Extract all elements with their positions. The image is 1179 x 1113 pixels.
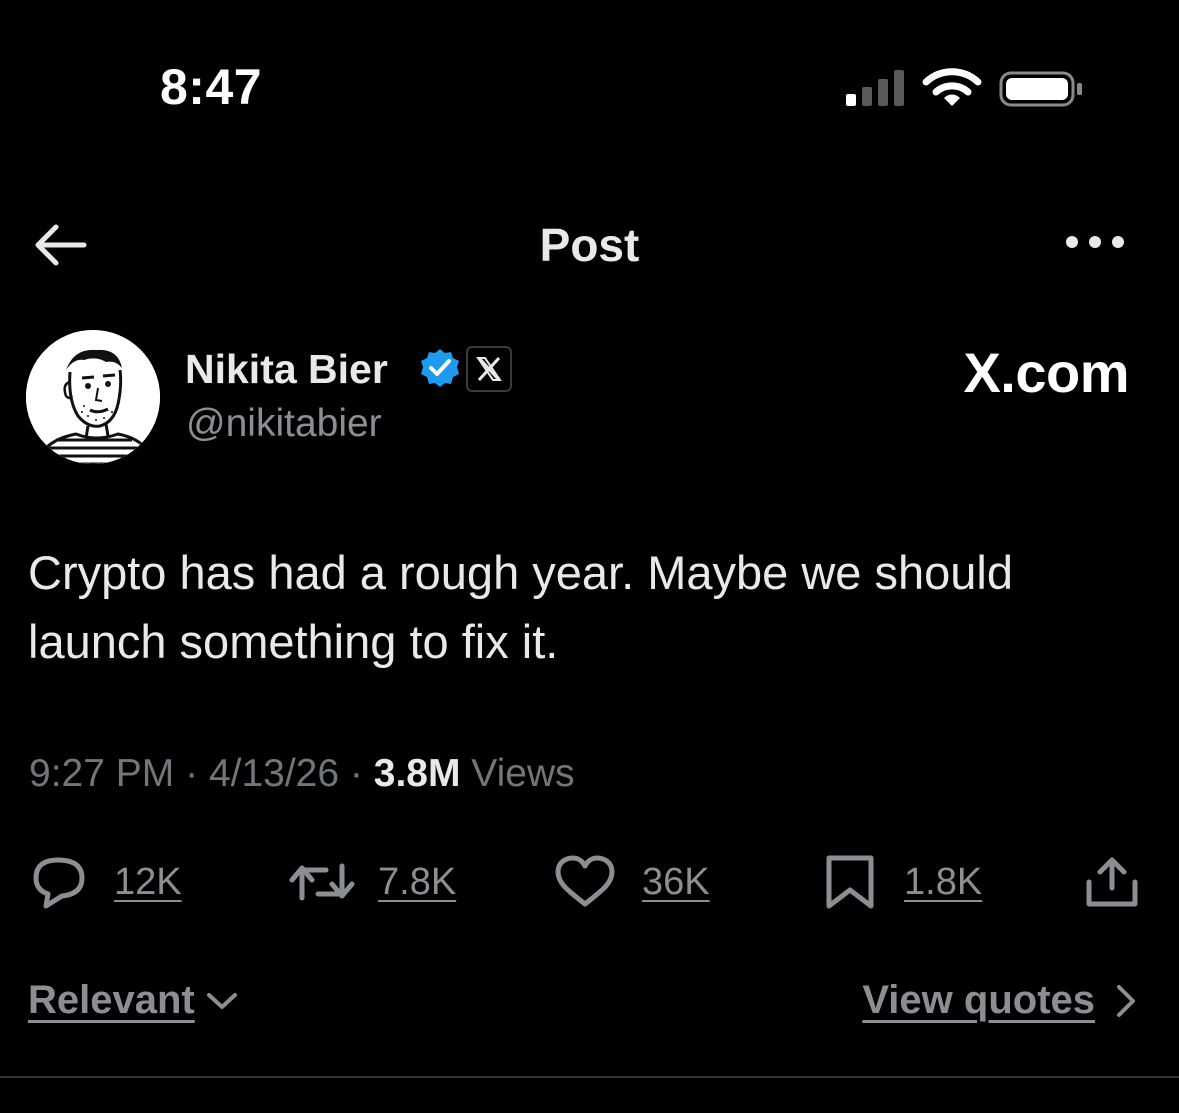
divider [0,1076,1179,1078]
avatar[interactable] [26,330,160,464]
heart-icon [555,855,615,907]
tweet-time[interactable]: 9:27 PM [29,752,174,795]
chevron-right-icon [1117,984,1135,1017]
repost-count: 7.8K [378,860,457,903]
meta-separator: · [185,752,199,795]
wifi-icon [922,68,982,108]
views-label: Views [471,752,575,795]
bookmark-button[interactable]: 1.8K [822,852,982,912]
cellular-signal-icon [846,68,904,106]
affiliation-label: X.com [963,341,1129,404]
tweet-date[interactable]: 4/13/26 [209,752,339,795]
tweet-meta: 9:27 PM · 4/13/26 · 3.8M Views [29,752,575,796]
tweet-text: Crypto has had a rough year. Maybe we sh… [28,546,1013,668]
author-handle[interactable]: @nikitabier [186,402,382,446]
chevron-down-icon [206,992,237,1009]
verified-badge-icon[interactable] [419,347,461,389]
page-title: Post [539,219,640,271]
affiliation-x-badge-icon[interactable] [466,346,512,392]
share-icon [1086,857,1138,907]
reply-icon [33,857,85,909]
battery-icon [999,70,1085,108]
repost-button[interactable]: 7.8K [286,852,456,912]
views-count[interactable]: 3.8M [374,752,461,795]
sort-relevant-dropdown[interactable]: Relevant [28,978,239,1023]
share-button[interactable] [1083,852,1141,912]
more-options-icon[interactable] [1064,230,1126,254]
meta-separator: · [349,752,363,795]
like-button[interactable]: 36K [552,852,710,912]
reply-count: 12K [114,860,182,903]
bookmark-icon [826,855,874,909]
status-time: 8:47 [160,59,263,115]
like-count: 36K [642,860,710,903]
sort-label: Relevant [28,978,195,1022]
reply-button[interactable]: 12K [28,852,182,912]
view-quotes-link[interactable]: View quotes [862,978,1139,1023]
view-quotes-label: View quotes [862,978,1095,1022]
bookmark-count: 1.8K [904,860,983,903]
repost-icon [289,863,355,901]
author-name[interactable]: Nikita Bier [185,346,388,393]
